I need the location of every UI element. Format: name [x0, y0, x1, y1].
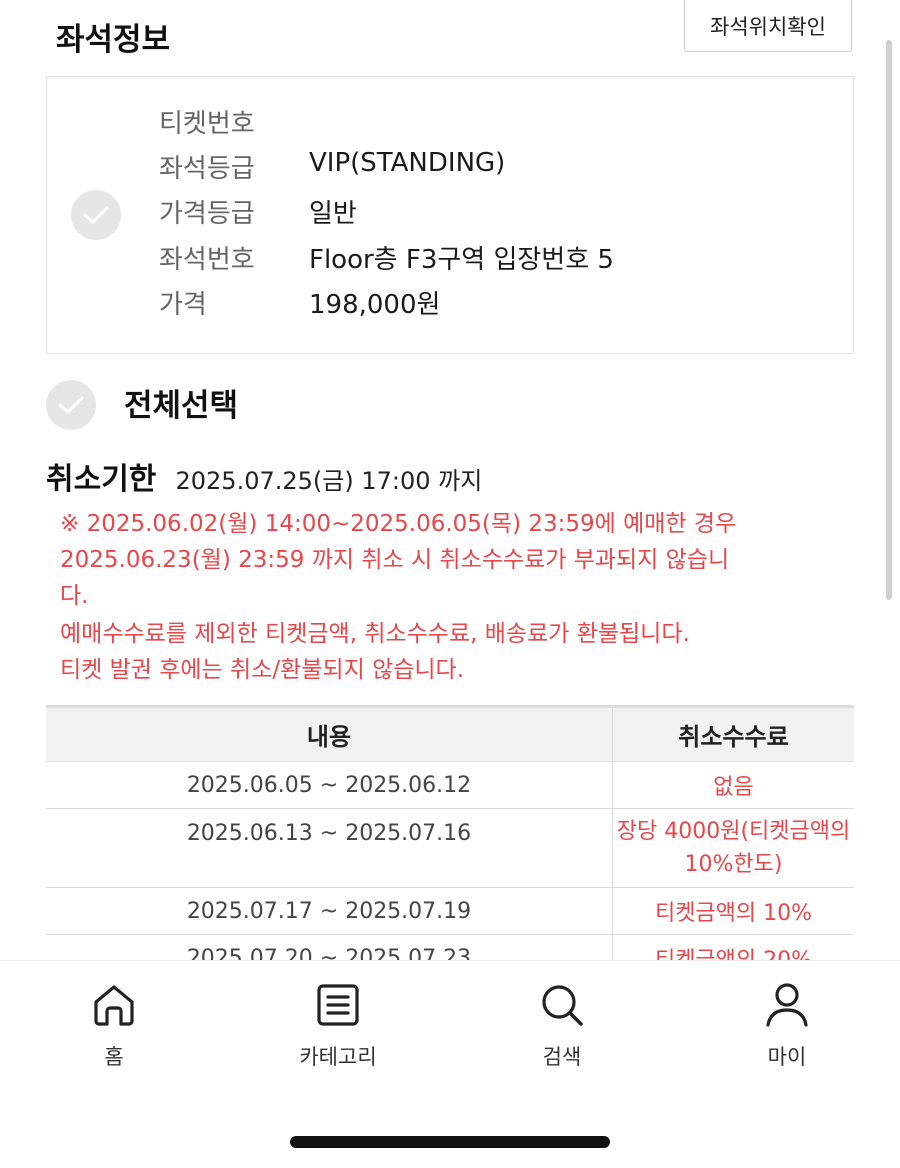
cancel-notice-line: 다.	[60, 583, 89, 609]
home-icon	[94, 985, 134, 1026]
nav-label-search: 검색	[542, 1045, 582, 1069]
select-all-check-icon[interactable]	[46, 380, 96, 430]
list-icon	[317, 984, 359, 1026]
cancel-notice-line: ※ 2025.06.02(월) 14:00~2025.06.05(목) 23:5…	[60, 511, 737, 537]
ticket-check-icon[interactable]	[71, 190, 121, 240]
select-all-label[interactable]: 전체선택	[124, 380, 238, 425]
nav-label-my: 마이	[767, 1045, 807, 1069]
seat-grade-label: 좌석등급	[159, 154, 255, 184]
table-header-content: 내용	[46, 705, 613, 762]
seat-number-value: Floor층 F3구역 입장번호 5	[309, 245, 614, 275]
table-header-fee: 취소수수료	[612, 705, 854, 762]
fee-amount: 티켓금액의 10%	[612, 887, 854, 935]
ticket-number-label: 티켓번호	[159, 109, 255, 139]
table-row: 2025.06.05 ~ 2025.06.12 없음	[46, 761, 854, 809]
search-icon	[542, 985, 583, 1026]
seat-number-label: 좌석번호	[159, 245, 255, 275]
cancel-notice-line: 티켓 발권 후에는 취소/환불되지 않습니다.	[60, 657, 465, 683]
cancel-notice-line: 예매수수료를 제외한 티켓금액, 취소수수료, 배송료가 환불됩니다.	[60, 621, 690, 647]
table-row: 2025.06.13 ~ 2025.07.16 장당 4000원(티켓금액의 1…	[46, 808, 854, 888]
fee-period: 2025.07.17 ~ 2025.07.19	[46, 887, 613, 935]
nav-item-category[interactable]: 카테고리	[273, 981, 403, 1081]
person-icon	[766, 983, 808, 1027]
nav-item-my[interactable]: 마이	[722, 981, 852, 1081]
ticket-card[interactable]: 티켓번호 좌석등급 VIP(STANDING) 가격등급 일반 좌석번호 Flo…	[46, 76, 854, 354]
fee-amount: 없음	[612, 761, 854, 809]
scrollbar[interactable]	[886, 40, 892, 600]
table-row: 2025.07.17 ~ 2025.07.19 티켓금액의 10%	[46, 887, 854, 935]
table-header-row: 내용 취소수수료	[46, 705, 854, 762]
fee-period: 2025.06.13 ~ 2025.07.16	[46, 808, 613, 888]
fee-period: 2025.06.05 ~ 2025.06.12	[46, 761, 613, 809]
price-grade-value: 일반	[309, 199, 357, 229]
cancel-deadline-value: 2025.07.25(금) 17:00 까지	[175, 467, 483, 495]
cancel-fee-table: 내용 취소수수료 2025.06.05 ~ 2025.06.12 없음 2025…	[46, 705, 854, 982]
seat-grade-value: VIP(STANDING)	[309, 148, 506, 178]
nav-label-category: 카테고리	[299, 1045, 377, 1069]
fee-amount: 장당 4000원(티켓금액의 10%한도)	[612, 808, 854, 888]
price-grade-label: 가격등급	[159, 199, 255, 229]
cancel-deadline: 취소기한 2025.07.25(금) 17:00 까지	[46, 454, 482, 498]
nav-item-search[interactable]: 검색	[497, 981, 627, 1081]
price-value: 198,000원	[309, 290, 441, 320]
cancel-deadline-label: 취소기한	[46, 462, 157, 497]
seat-location-button[interactable]: 좌석위치확인	[684, 0, 852, 52]
page-title: 좌석정보	[56, 22, 171, 58]
home-indicator	[290, 1136, 610, 1148]
nav-item-home[interactable]: 홈	[49, 981, 179, 1081]
cancel-notice-line: 2025.06.23(월) 23:59 까지 취소 시 취소수수료가 부과되지 …	[60, 547, 730, 573]
price-label: 가격	[159, 290, 207, 320]
nav-label-home: 홈	[104, 1045, 124, 1069]
